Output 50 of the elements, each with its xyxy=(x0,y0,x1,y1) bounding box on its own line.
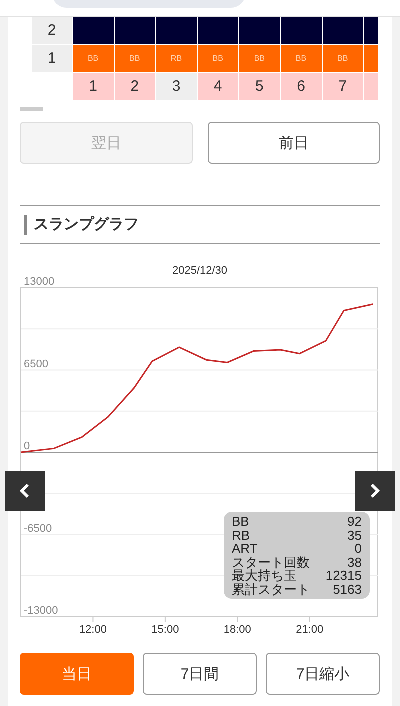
x-tick-label: 12:00 xyxy=(79,624,107,636)
column-number: 2 xyxy=(114,73,156,100)
stat-value: 0 xyxy=(354,542,362,556)
x-tick-label: 21:00 xyxy=(296,624,324,636)
column-number xyxy=(364,73,378,100)
next-button[interactable] xyxy=(355,471,395,511)
stat-label: ART xyxy=(232,542,259,556)
stat-value: 38 xyxy=(346,556,362,569)
column-number: 3 xyxy=(156,73,197,100)
next-icon xyxy=(370,483,380,499)
chart-title: 2025/12/30 xyxy=(172,265,228,277)
column-number: 6 xyxy=(280,73,322,100)
stat-label: 累計スタート xyxy=(232,582,311,596)
stat-value: 92 xyxy=(346,515,362,528)
bonus-cell: BB xyxy=(114,45,156,72)
title-marker xyxy=(24,214,27,234)
y-tick-label: 0 xyxy=(24,440,30,452)
y-tick-label: 6500 xyxy=(24,358,48,370)
stat-label: BB xyxy=(232,515,250,528)
previous-button[interactable] xyxy=(5,471,45,511)
stat-label: RB xyxy=(232,528,252,542)
column-number: 1 xyxy=(73,73,114,100)
row-label: 1 xyxy=(32,45,72,72)
column-number: 7 xyxy=(322,73,364,100)
x-tick-label: 18:00 xyxy=(224,624,252,636)
stat-value: 5163 xyxy=(332,582,362,596)
section-title: スランプグラフ xyxy=(34,215,139,234)
bonus-cell: RB xyxy=(156,45,197,72)
day-button[interactable]: 前日 xyxy=(208,122,380,164)
scroll-indicator xyxy=(20,107,43,111)
row-label: 2 xyxy=(32,17,72,44)
column-number: 5 xyxy=(239,73,280,100)
bonus-cell: BB xyxy=(239,45,280,72)
bonus-cell: BB xyxy=(322,45,364,72)
x-tick-label: 15:00 xyxy=(152,624,180,636)
bonus-cell: BB xyxy=(198,45,238,72)
y-tick-label: -6500 xyxy=(24,522,52,535)
bonus-cell xyxy=(364,45,378,72)
y-tick-label: 13000 xyxy=(24,276,55,288)
range-tab[interactable]: 7日間 xyxy=(143,653,257,695)
bonus-cell: BB xyxy=(73,45,114,72)
column-number: 4 xyxy=(198,73,238,100)
stat-value: 12315 xyxy=(326,569,362,582)
y-tick-label: -13000 xyxy=(24,605,58,617)
bonus-cell: BB xyxy=(280,45,322,72)
stat-value: 35 xyxy=(346,528,362,542)
stat-label: スタート回数 xyxy=(232,556,311,569)
previous-icon xyxy=(20,483,30,499)
range-tab[interactable]: 7日縮小 xyxy=(266,653,380,695)
stat-label: 最大持ち玉 xyxy=(232,569,297,582)
